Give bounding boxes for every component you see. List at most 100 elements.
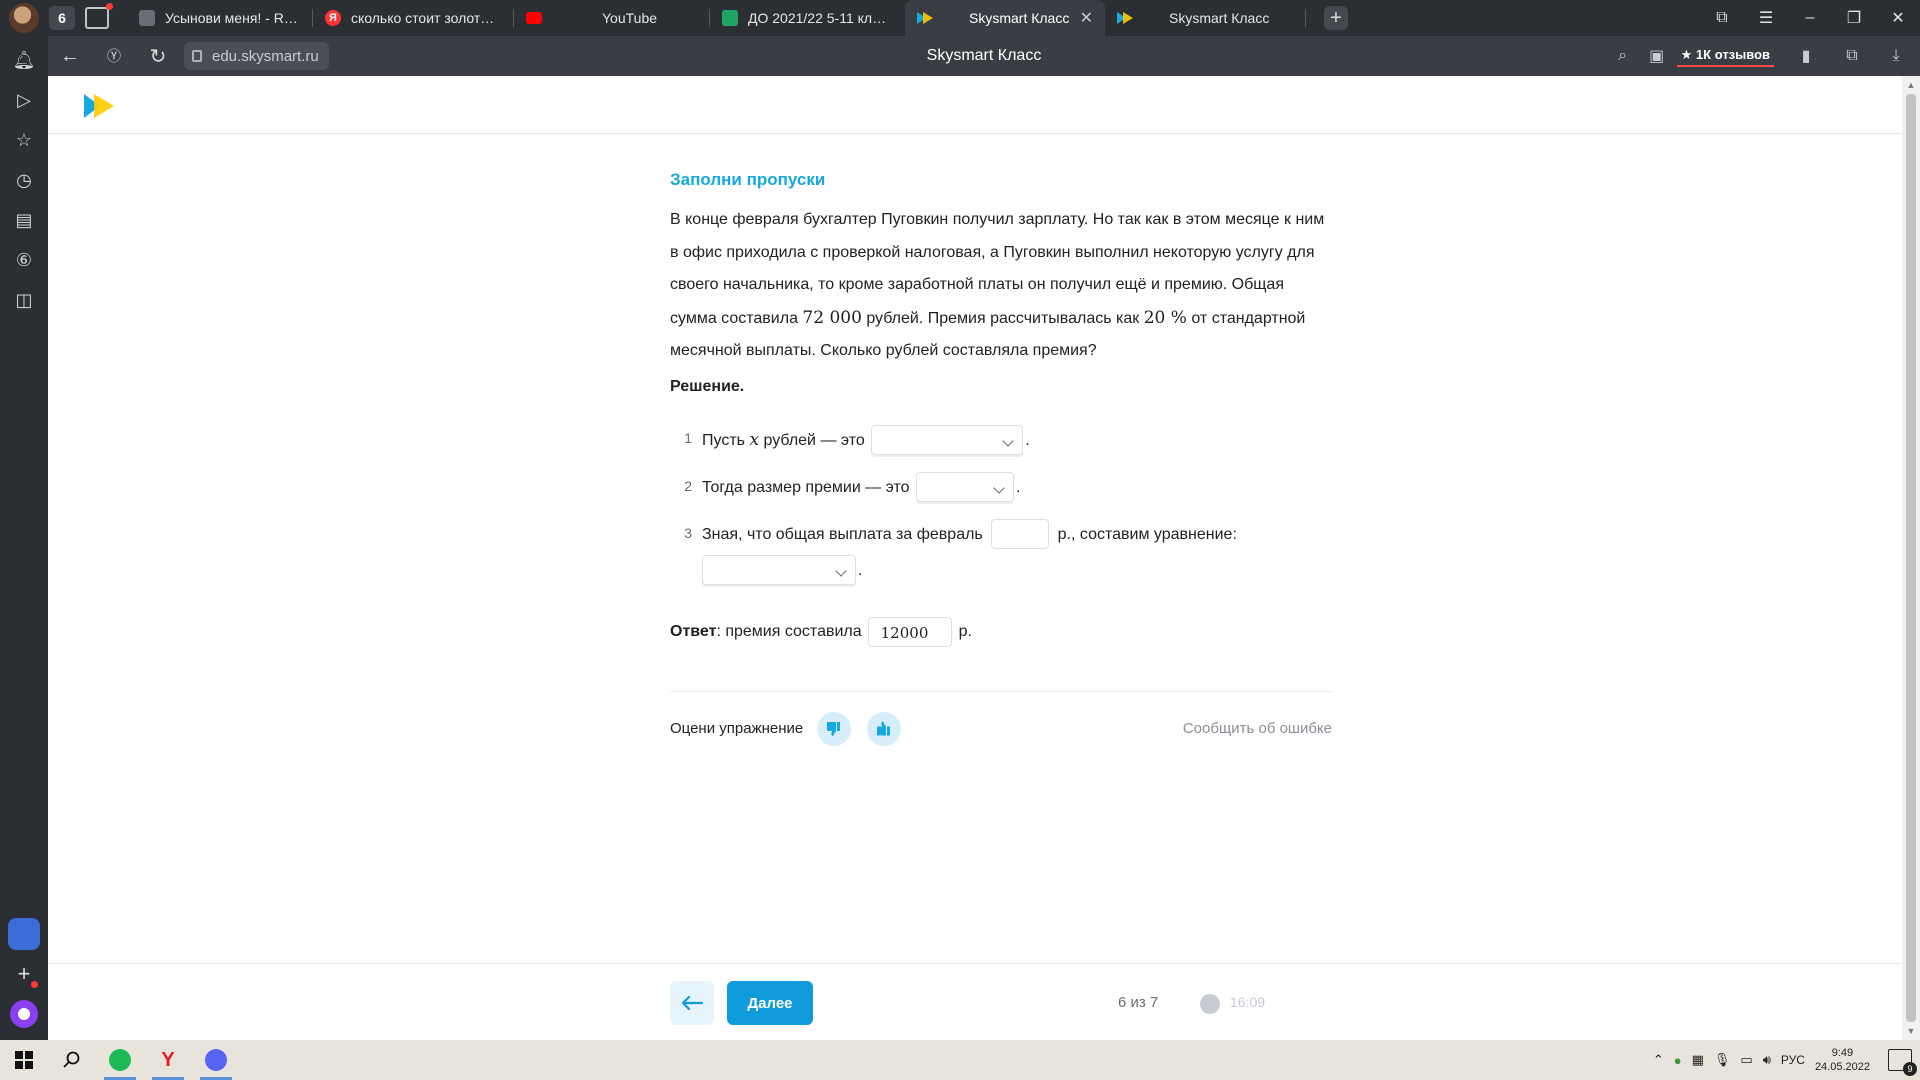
tab-count-icon[interactable]: ⑥ xyxy=(0,240,48,280)
system-tray: ⌃ ● ▦ 🎙︎ ▭ 🔊︎ РУС 9:49 24.05.2022 9 xyxy=(1653,1040,1920,1080)
clock-icon xyxy=(1200,994,1220,1014)
tab-roblox[interactable]: Усынови меня! - Roblox xyxy=(127,0,312,36)
rating-row: Оцени упражнение Сообщить об ошибке xyxy=(670,690,1332,746)
search-button[interactable] xyxy=(48,1040,96,1080)
next-button[interactable]: Далее xyxy=(727,981,813,1025)
exercise-content: Заполни пропуски В конце февраля бухгалт… xyxy=(670,170,1332,746)
star-icon[interactable]: ☆ xyxy=(0,120,48,160)
tab-title: Усынови меня! - Roblox xyxy=(165,10,300,26)
chevron-up-icon[interactable]: ⌃ xyxy=(1653,1052,1664,1068)
network-icon[interactable]: ▭ xyxy=(1740,1052,1752,1068)
tab-skysmart-active[interactable]: Skysmart Класс ✕ xyxy=(905,0,1105,36)
url-text: edu.skysmart.ru xyxy=(212,47,319,65)
discord-taskbar-button[interactable] xyxy=(192,1040,240,1080)
notifications-icon[interactable]: 9 xyxy=(1888,1049,1917,1076)
tray-app-icon[interactable]: ● xyxy=(1674,1053,1682,1068)
reviews-badge[interactable]: ★ 1К отзывов xyxy=(1676,45,1774,67)
thumbs-down-icon xyxy=(827,721,841,736)
february-total-input[interactable] xyxy=(991,519,1050,550)
close-window-button[interactable]: ✕ xyxy=(1876,0,1920,36)
tab-sheets[interactable]: ДО 2021/22 5-11 класс - G xyxy=(710,0,905,36)
tab-counter[interactable]: 6 xyxy=(49,6,75,30)
skysmart-logo[interactable] xyxy=(84,94,116,118)
back-arrow-icon[interactable]: ← xyxy=(48,36,92,76)
clock[interactable]: 9:49 24.05.2022 xyxy=(1815,1046,1870,1074)
url-field[interactable]: edu.skysmart.ru xyxy=(184,42,329,70)
step-text: р., составим уравнение: xyxy=(1057,525,1237,543)
thumbs-up-button[interactable] xyxy=(867,711,902,746)
answer-unit: р. xyxy=(958,622,972,640)
bookmarks-collection-icon[interactable]: ⧉ xyxy=(1700,0,1744,36)
previous-button[interactable] xyxy=(670,981,714,1025)
microphone-icon[interactable]: 🎙︎ xyxy=(1714,1052,1731,1068)
page-scrollbar[interactable]: ▲ ▼ xyxy=(1902,76,1920,1040)
screenshot-icon[interactable]: ◫ xyxy=(0,280,48,320)
new-tab-button[interactable]: + xyxy=(1324,6,1348,30)
spotify-taskbar-button[interactable] xyxy=(96,1040,144,1080)
scrollbar-thumb[interactable] xyxy=(1906,94,1916,1022)
discord-icon xyxy=(205,1049,227,1071)
roblox-icon xyxy=(139,10,155,26)
alice-assistant-icon[interactable] xyxy=(10,1000,38,1028)
answer-label: Ответ xyxy=(670,622,717,640)
task-text: В конце февраля бухгалтер Пуговкин получ… xyxy=(670,204,1332,368)
solution-step: 2 Тогда размер премии — это . xyxy=(670,470,1332,506)
windows-start-button[interactable] xyxy=(0,1040,48,1080)
extensions-icon[interactable]: ▣ xyxy=(1643,42,1671,70)
task-title: Заполни пропуски xyxy=(670,170,826,189)
percent-value: 20 % xyxy=(1143,307,1187,328)
tab-youtube[interactable]: YouTube xyxy=(514,0,709,36)
menu-icon[interactable]: ☰ xyxy=(1744,0,1788,36)
step-text: Зная, что общая выплата за февраль xyxy=(702,525,983,543)
reload-icon[interactable]: ↻ xyxy=(136,36,180,76)
chevron-down-icon xyxy=(1004,431,1012,451)
lock-icon xyxy=(192,50,202,62)
equation-dropdown[interactable] xyxy=(702,555,856,586)
solution-step: 3 Зная, что общая выплата за февраль р.,… xyxy=(670,517,1332,589)
report-error-link[interactable]: Сообщить об ошибке xyxy=(1183,720,1332,737)
collections-icon[interactable]: ⧉ xyxy=(1838,42,1866,70)
tabs-overview-icon[interactable] xyxy=(85,3,113,29)
step-end: . xyxy=(858,561,863,579)
volume-icon[interactable]: 🔊︎ xyxy=(1763,1052,1771,1068)
profile-avatar[interactable] xyxy=(9,3,39,33)
history-icon[interactable]: ◷ xyxy=(0,160,48,200)
step-2-dropdown[interactable] xyxy=(915,472,1014,503)
skysmart-icon xyxy=(1117,10,1133,26)
notification-count: 9 xyxy=(1903,1062,1917,1076)
answer-text: : премия составила xyxy=(716,622,862,640)
yandex-logo-icon[interactable]: Ⓨ xyxy=(92,36,136,76)
step-1-dropdown[interactable] xyxy=(871,425,1024,456)
collections-icon[interactable]: ▤ xyxy=(0,200,48,240)
tray-grid-icon[interactable]: ▦ xyxy=(1692,1052,1704,1068)
step-end: . xyxy=(1025,431,1030,449)
answer-input[interactable]: 12000 xyxy=(867,616,952,647)
thumbs-down-button[interactable] xyxy=(817,711,852,746)
bookmark-icon[interactable]: ▮ xyxy=(1792,42,1820,70)
sheets-icon xyxy=(722,10,738,26)
site-header xyxy=(48,76,1902,134)
window-controls: ⧉ ☰ – ❐ ✕ xyxy=(1700,0,1920,36)
tab-skysmart[interactable]: Skysmart Класс xyxy=(1105,0,1305,36)
exercise-footer: Далее 6 из 7 16:09 xyxy=(48,963,1902,1040)
address-bar-actions: ⌕ ▣ ★ 1К отзывов ▮ ⧉ ⤓ xyxy=(1609,42,1920,70)
yandex-browser-icon: Y xyxy=(161,1048,175,1071)
app-icon[interactable] xyxy=(8,918,40,950)
search-icon xyxy=(63,1051,80,1068)
solution-label: Решение. xyxy=(670,377,745,395)
tab-close-icon[interactable]: ✕ xyxy=(1070,8,1093,28)
bell-icon[interactable]: 🔔︎ xyxy=(0,40,48,80)
scroll-down-icon[interactable]: ▼ xyxy=(1906,1026,1916,1036)
downloads-icon[interactable]: ⤓ xyxy=(1882,42,1910,70)
translate-icon[interactable]: ⌕ xyxy=(1609,42,1637,70)
language-indicator[interactable]: РУС xyxy=(1781,1053,1805,1067)
step-text: рублей — это xyxy=(759,431,865,449)
add-app-icon[interactable]: + xyxy=(8,958,40,990)
restore-button[interactable]: ❐ xyxy=(1832,0,1876,36)
minimize-button[interactable]: – xyxy=(1788,0,1832,36)
browser-tab-bar: 6 Усынови меня! - Roblox Я сколько стоит… xyxy=(0,0,1920,36)
tab-yandex-search[interactable]: Я сколько стоит золотой ед xyxy=(313,0,513,36)
scroll-up-icon[interactable]: ▲ xyxy=(1906,80,1916,90)
play-icon[interactable]: ▷ xyxy=(0,80,48,120)
yandex-browser-taskbar-button[interactable]: Y xyxy=(144,1040,192,1080)
